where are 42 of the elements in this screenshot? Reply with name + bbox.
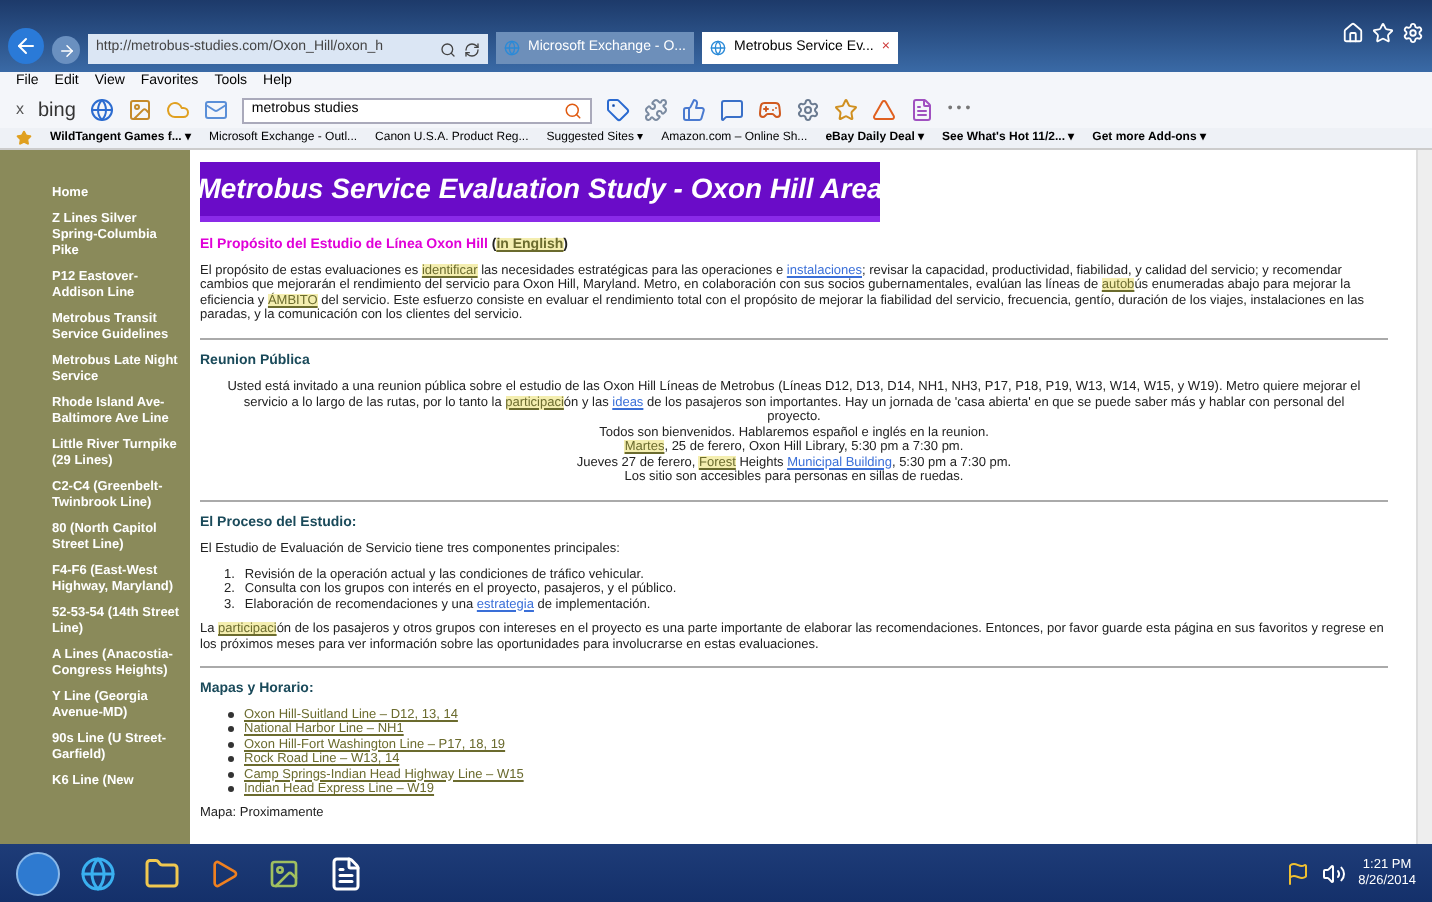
tag-icon[interactable]	[605, 98, 630, 122]
browser-icon[interactable]	[80, 855, 116, 891]
media-player-icon[interactable]	[208, 857, 240, 889]
close-toolbar-button[interactable]: x	[16, 98, 24, 122]
triangle-icon[interactable]	[871, 98, 896, 122]
favorites-star-icon[interactable]	[16, 130, 32, 146]
picture-icon[interactable]	[127, 98, 152, 122]
scrollbar[interactable]	[1416, 150, 1432, 844]
volume-icon[interactable]	[1322, 861, 1347, 885]
favorites-icon[interactable]	[1372, 21, 1394, 43]
globe-icon[interactable]	[89, 98, 114, 122]
folder-icon[interactable]	[144, 855, 180, 891]
puzzle-icon[interactable]	[643, 98, 668, 122]
settings-icon[interactable]	[1402, 21, 1424, 43]
bullet-icon	[228, 786, 234, 793]
forward-button[interactable]	[52, 36, 80, 64]
refresh-icon[interactable]	[464, 41, 480, 57]
search-brand: bing	[38, 97, 76, 125]
envelope-icon[interactable]	[203, 98, 228, 122]
document-icon[interactable]	[328, 855, 364, 891]
back-arrow-icon	[14, 34, 38, 58]
page-banner: Metrobus Service Evaluation Study - Oxon Hill Area	[200, 162, 880, 222]
back-button[interactable]	[8, 28, 44, 64]
start-button[interactable]	[16, 851, 60, 895]
bullet-icon	[228, 756, 234, 763]
thumbs-up-icon[interactable]	[681, 98, 706, 122]
flag-icon[interactable]	[1286, 861, 1311, 885]
forward-arrow-icon	[57, 41, 75, 59]
gear-icon[interactable]	[795, 98, 820, 122]
search-icon[interactable]	[563, 101, 582, 119]
search-icon[interactable]	[440, 41, 456, 57]
picture-icon[interactable]	[268, 857, 300, 889]
globe-icon	[504, 40, 520, 56]
bullet-icon	[228, 726, 234, 733]
bullet-icon	[228, 741, 234, 748]
bullet-icon	[228, 771, 234, 778]
globe-icon	[709, 40, 726, 56]
bullet-icon	[228, 711, 234, 718]
gamepad-icon[interactable]	[757, 98, 782, 122]
home-icon[interactable]	[1342, 21, 1364, 43]
star-icon[interactable]	[833, 98, 858, 122]
chat-icon[interactable]	[719, 98, 744, 122]
